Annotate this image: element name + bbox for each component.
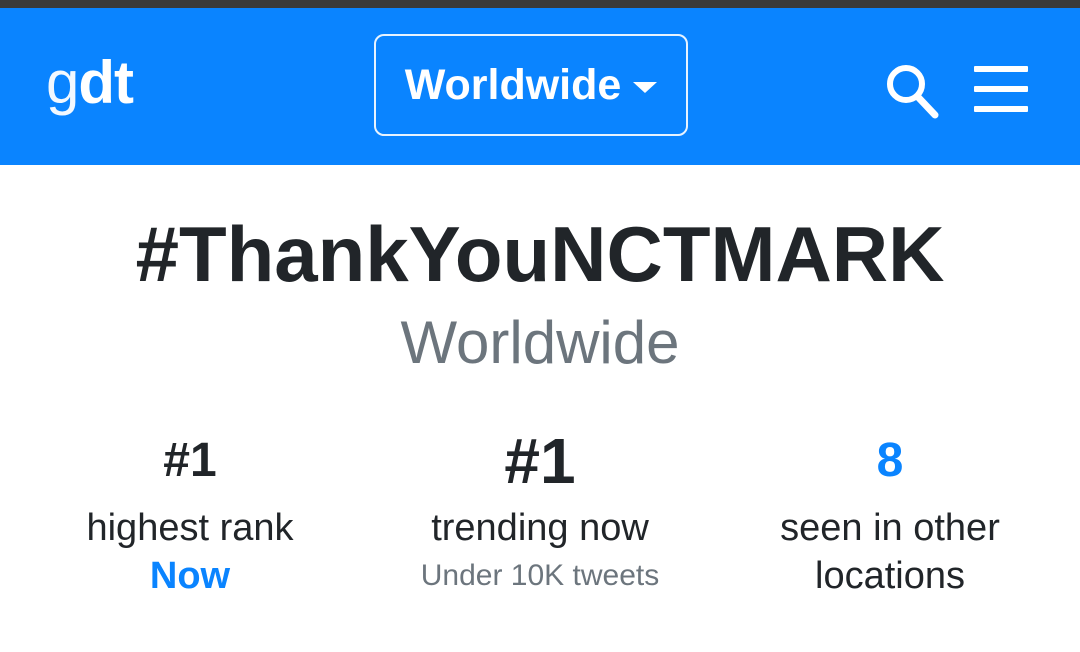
trending-now-value: #1: [504, 425, 576, 497]
navbar: gdt Worldwide: [0, 8, 1080, 165]
trend-location: Worldwide: [400, 309, 680, 376]
stat-trending-now: #1 trending now Under 10K tweets: [360, 425, 720, 600]
menu-button[interactable]: [974, 66, 1028, 112]
location-dropdown-label: Worldwide: [404, 60, 622, 109]
trending-now-label: trending now: [431, 507, 649, 549]
other-locations-label-line2: locations: [815, 555, 965, 597]
tweet-volume: Under 10K tweets: [420, 559, 660, 592]
other-locations-label-line1: seen in other: [780, 507, 1000, 549]
search-button[interactable]: [884, 62, 940, 120]
stat-highest-rank: #1 highest rank Now: [10, 430, 370, 600]
location-dropdown-button[interactable]: Worldwide: [374, 34, 688, 136]
status-strip: [0, 0, 1080, 8]
highest-rank-label: highest rank: [86, 507, 294, 549]
logo[interactable]: gdt: [46, 49, 134, 116]
other-locations-label: seen in other locations: [710, 504, 1070, 600]
logo-thin-text: g: [46, 49, 79, 116]
other-locations-count[interactable]: 8: [710, 430, 1070, 492]
trend-title: #ThankYouNCTMARK: [135, 210, 945, 298]
highest-rank-value: #1: [163, 434, 217, 487]
chevron-down-icon: [633, 81, 658, 93]
search-icon: [887, 65, 939, 119]
highest-rank-time: Now: [149, 555, 231, 597]
logo-bold-text: dt: [78, 49, 134, 116]
stat-other-locations[interactable]: 8 seen in other locations: [710, 430, 1070, 600]
